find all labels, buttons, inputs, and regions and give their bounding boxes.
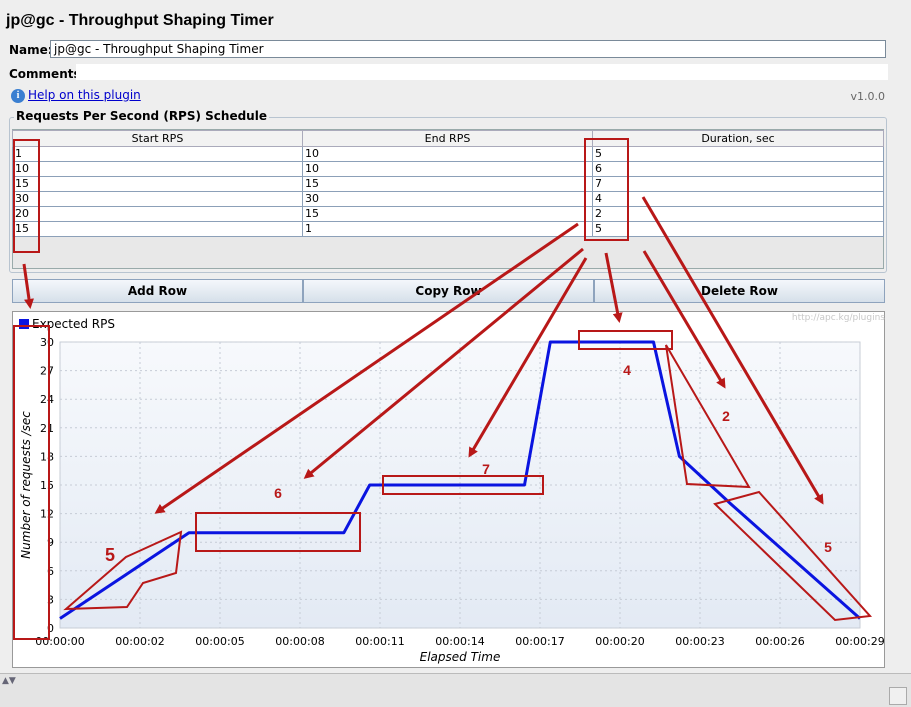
x-ticks: 00:00:00 00:00:02 00:00:05 00:00:08 00:00:11… [35,635,884,648]
x-tick-label: 00:00:08 [275,635,324,648]
annotation-number: 5 [824,539,832,555]
annotation-box [13,139,40,253]
annotation-arrow [22,263,34,309]
resize-corner[interactable] [889,687,907,705]
x-axis-label: Elapsed Time [420,650,501,664]
x-tick-label: 00:00:02 [115,635,164,648]
annotation-number: 5 [105,545,115,565]
chart-svg: 036912151821242730 00:00:00 00:00:02 00:00… [13,138,885,664]
y-tick-label: 24 [40,393,54,406]
annotation-box [584,138,629,241]
x-tick-label: 00:00:00 [35,635,84,648]
x-tick-label: 00:00:11 [355,635,404,648]
y-axis-label: Number of requests /sec [19,411,33,559]
status-bar [0,673,911,707]
y-tick-label: 27 [40,365,54,378]
annotation-number: 7 [482,461,490,477]
annotation-number: 4 [623,362,631,378]
y-tick-label: 21 [40,422,54,435]
y-tick-label: 18 [40,450,54,463]
legend-label: Expected RPS [32,317,115,331]
y-tick-label: 30 [40,336,54,349]
x-tick-label: 00:00:20 [595,635,644,648]
legend-swatch [19,319,29,329]
x-tick-label: 00:00:29 [835,635,884,648]
x-tick-label: 00:00:23 [675,635,724,648]
y-tick-label: 15 [40,479,54,492]
annotation-number: 6 [274,485,282,501]
y-tick-label: 12 [40,508,54,521]
chevron-icon[interactable]: ▲▼ [2,676,16,686]
y-ticks: 036912151821242730 [40,336,54,635]
x-tick-label: 00:00:05 [195,635,244,648]
x-tick-label: 00:00:17 [515,635,564,648]
annotation-arrow [604,252,623,323]
chart-watermark: http://apc.kg/plugins [792,313,885,323]
annotation-number: 2 [722,408,730,424]
x-tick-label: 00:00:26 [755,635,804,648]
x-tick-label: 00:00:14 [435,635,484,648]
